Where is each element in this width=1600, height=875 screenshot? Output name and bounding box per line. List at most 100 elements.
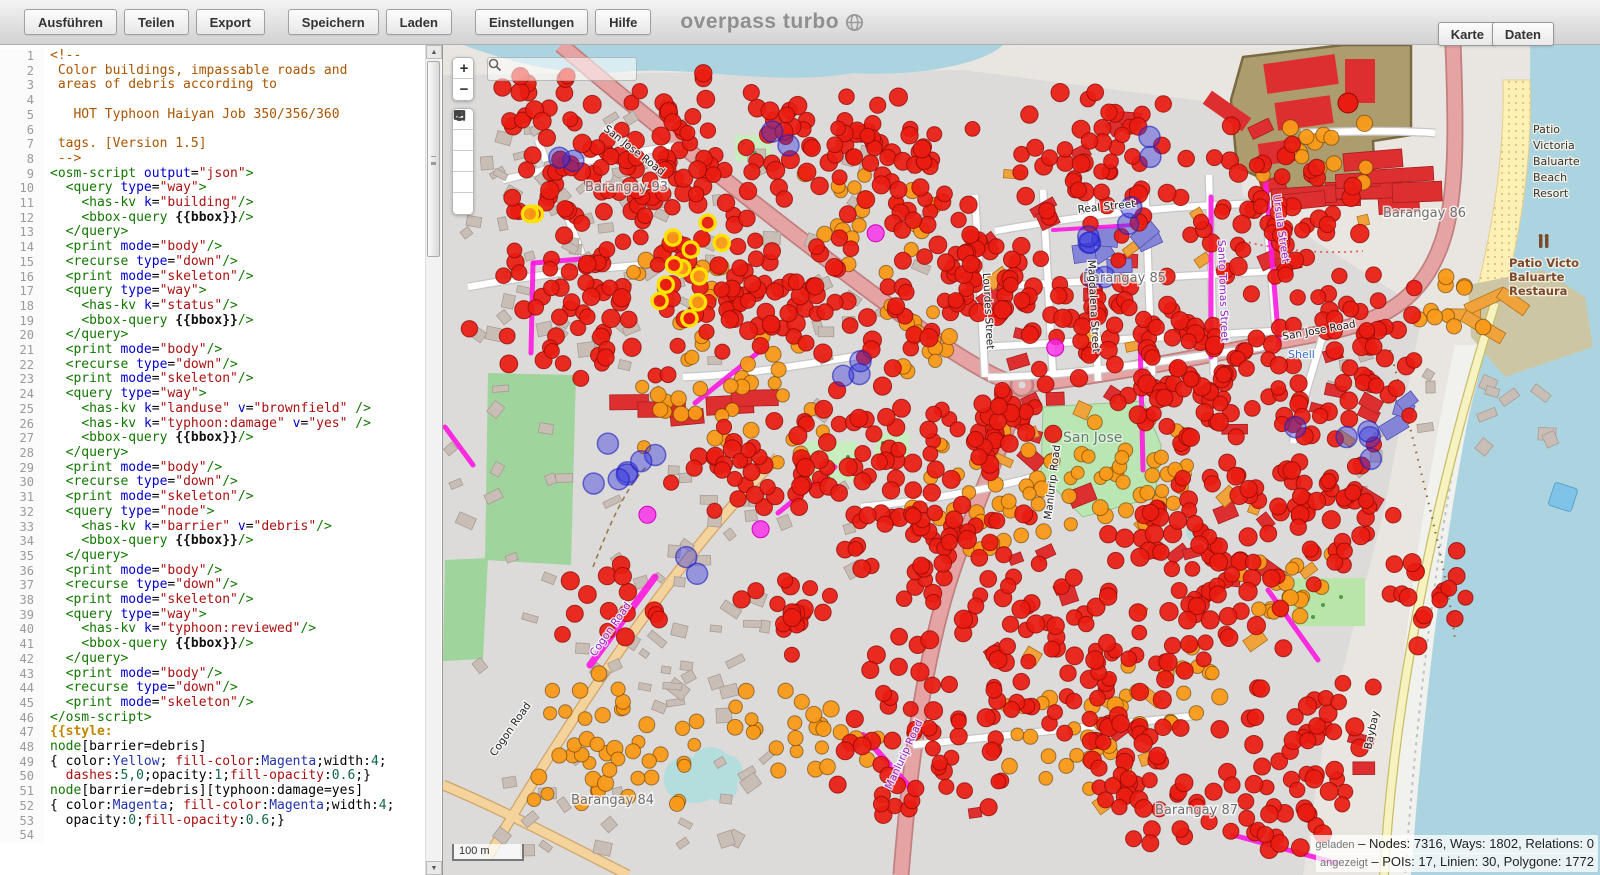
query-editor[interactable]: 1 <!-- 2 Color buildings, impassable roads… [0,45,443,875]
marker-red [1246,616,1267,636]
marker-red [499,354,519,374]
code-line[interactable]: 47 {{style: [0,724,426,741]
code-line[interactable]: 42 </query> [0,651,426,667]
code-line[interactable]: 32 <query type="node"> [0,504,426,520]
marker-red [510,82,530,102]
code-line[interactable]: 31 <print mode="skeleton"/> [0,489,426,505]
code-line[interactable]: 30 <recurse type="down"/> [0,475,426,491]
tree-symbol [1311,615,1315,619]
search-input[interactable] [487,57,637,81]
code-line[interactable]: 20 </query> [0,328,426,344]
code-line[interactable]: 4 [0,93,426,108]
code-line[interactable]: 41 <bbox-query {{bbox}}/> [0,636,426,652]
code-line[interactable]: 39 <query type="way"> [0,607,426,623]
line-number: 21 [0,343,44,358]
scrollbar-thumb[interactable] [427,61,440,257]
marker-red [578,585,597,604]
zoom-out-button[interactable]: − [453,79,473,100]
toolbar-button-ausfhren[interactable]: Ausführen [24,9,117,35]
code-line[interactable]: 2 Color buildings, impassable roads and [0,63,426,79]
code-line[interactable]: 25 <has-kv k="landuse" v="brownfield" /> [0,401,426,417]
code-line[interactable]: 34 <bbox-query {{bbox}}/> [0,533,426,549]
code-line[interactable]: 8 --> [0,151,426,167]
toolbar-button-teilen[interactable]: Teilen [124,9,189,35]
code-line[interactable]: 14 <print mode="body"/> [0,239,426,255]
collapse-editor-button[interactable] [453,110,473,193]
map-canvas[interactable]: Barangay 93Barangay 85Barangay 86Baranga… [443,45,1600,875]
code-line[interactable]: 21 <print mode="body"/> [0,342,426,358]
code-line[interactable]: 11 <has-kv k="building"/> [0,195,426,211]
code-line[interactable]: 5 HOT Typhoon Haiyan Job 350/356/360 [0,107,426,123]
code-line[interactable]: 23 <print mode="skeleton"/> [0,372,426,388]
code-line[interactable]: 12 <bbox-query {{bbox}}/> [0,210,426,226]
code-line[interactable]: 51 node[barrier=debris][typhoon:damage=ye… [0,783,426,799]
marker-red [956,782,973,800]
marker-orange [1035,523,1052,540]
toolbar-button-hilfe[interactable]: Hilfe [595,9,652,35]
code-line[interactable]: 17 <query type="way"> [0,283,426,299]
marker-red [791,476,811,496]
code-line[interactable]: 24 <query type="way"> [0,386,426,402]
marker-red [765,282,784,301]
zoom-in-button[interactable]: + [453,58,473,79]
marker-red [1163,560,1181,578]
code-line[interactable]: 10 <query type="way"> [0,180,426,197]
marker-red [796,458,815,478]
code-line[interactable]: 16 <print mode="skeleton"/> [0,269,426,285]
map-view[interactable]: Barangay 93 Barangay 85 Barangay 86 Baranga… [443,45,1600,875]
marker-blue [548,146,571,169]
code-line[interactable]: 1 <!-- [0,48,426,64]
marker-red [831,169,848,186]
code-line[interactable]: 18 <has-kv k="status"/> [0,298,426,314]
code-line[interactable]: 22 <recurse type="down"/> [0,357,426,373]
marker-red [1226,466,1246,486]
code-text: <print mode="skeleton"/> [65,694,254,710]
toolbar-button-export[interactable]: Export [195,9,265,35]
code-line[interactable]: 9 <osm-script output="json"> [0,166,426,182]
code-line[interactable]: 36 <print mode="body"/> [0,563,426,579]
marker-red [790,498,809,516]
code-line[interactable]: 46 </osm-script> [0,710,426,726]
building [660,665,672,675]
code-line[interactable]: 6 [0,122,426,138]
abort-button[interactable] [453,109,473,214]
marker-red [747,582,765,600]
code-line[interactable]: 15 <recurse type="down"/> [0,254,426,270]
code-line[interactable]: 50 dashes:5,0;opacity:1;fill-opacity:0.6… [0,769,426,785]
scrollbar-down-arrow[interactable]: ▼ [426,861,442,875]
tab-daten[interactable]: Daten [1491,22,1554,46]
code-line[interactable]: 53 opacity:0;fill-opacity:0.6;} [0,813,426,829]
code-line[interactable]: 54 [0,828,426,843]
code-line[interactable]: 26 <has-kv k="typhoon:damage" v="yes" /> [0,416,426,432]
code-line[interactable]: 37 <recurse type="down"/> [0,577,426,594]
code-line[interactable]: 3 areas of debris according to [0,78,426,94]
code-line[interactable]: 45 <print mode="skeleton"/> [0,694,426,711]
code-line[interactable]: 19 <bbox-query {{bbox}}/> [0,313,426,329]
code-line[interactable]: 43 <print mode="body"/> [0,666,426,682]
editor-scrollbar[interactable]: ▲ ▼ [425,45,442,875]
export-image-button[interactable] [453,110,473,172]
tab-karte[interactable]: Karte [1437,22,1497,46]
locate-button[interactable] [453,110,473,151]
code-line[interactable]: 38 <print mode="skeleton"/> [0,592,426,608]
code-line[interactable]: 40 <has-kv k="typhoon:reviewed"/> [0,622,426,638]
code-line[interactable]: 28 </query> [0,445,426,461]
code-line[interactable]: 49 { color:Yellow; fill-color:Magenta;wid… [0,754,426,770]
code-line[interactable]: 7 tags. [Version 1.5] [0,136,426,152]
toolbar-button-speichern[interactable]: Speichern [287,9,379,35]
code-line[interactable]: 35 </query> [0,548,426,564]
code-line[interactable]: 48 node[barrier=debris] [0,739,426,755]
marker-blue [675,545,698,569]
code-line[interactable]: 27 <bbox-query {{bbox}}/> [0,430,426,446]
marker-orange [544,682,561,699]
code-line[interactable]: 29 <print mode="body"/> [0,460,426,476]
scrollbar-up-arrow[interactable]: ▲ [426,45,442,59]
toolbar-button-einstellungen[interactable]: Einstellungen [474,9,589,35]
code-line[interactable]: 52 { color:Magenta; fill-color:Magenta;wi… [0,798,426,814]
code-area[interactable]: 1 <!-- 2 Color buildings, impassable roads… [0,48,426,843]
tab-karte-label: Karte [1450,26,1484,42]
code-line[interactable]: 44 <recurse type="down"/> [0,680,426,696]
code-line[interactable]: 13 </query> [0,225,426,241]
code-line[interactable]: 33 <has-kv k="barrier" v="debris"/> [0,519,426,535]
toolbar-button-laden[interactable]: Laden [385,9,452,35]
